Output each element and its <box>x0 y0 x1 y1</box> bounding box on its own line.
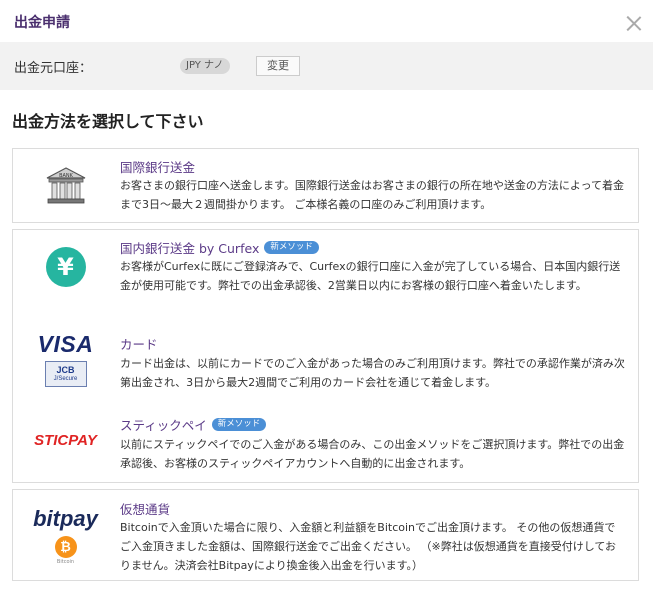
new-method-badge: 新メソッド <box>211 418 267 431</box>
method-card-crypto[interactable]: bitpay ₿ Bitcoin 仮想通貨 Bitcoinで入金頂いた場合に限り… <box>12 489 639 581</box>
bitpay-logo: bitpay ₿ Bitcoin <box>13 490 118 580</box>
method-card-curfex[interactable]: ¥ 国内銀行送金 by Curfex 新メソッド お客様がCurfexに既にご登… <box>12 229 639 313</box>
card-logo: VISA JCB J/Secure <box>13 313 118 405</box>
method-card-international-bank[interactable]: BANK 国際銀行送金 お客さまの銀行口座へ送金します。国際銀行送金はお客さまの… <box>12 148 639 223</box>
yen-icon: ¥ <box>45 247 86 287</box>
method-title: 国内銀行送金 by Curfex 新メソッド <box>120 238 319 257</box>
method-title: スティックペイ 新メソッド <box>120 415 267 434</box>
jcb-logo-text: JCB <box>56 365 75 375</box>
bank-building-icon: BANK <box>46 166 85 203</box>
method-card-sticpay[interactable]: STICPAY スティックペイ 新メソッド 以前にスティックペイでのご入金がある… <box>12 405 639 483</box>
sticpay-logo: STICPAY <box>13 405 118 475</box>
source-account-bar: 出金元口座： JPY ナノ 変更 <box>0 42 653 90</box>
jcb-logo: JCB J/Secure <box>44 361 87 387</box>
bank-logo: BANK <box>13 149 118 222</box>
bitcoin-label: Bitcoin <box>56 558 75 565</box>
method-card-card[interactable]: VISA JCB J/Secure カード カード出金は、以前にカードでのご入金… <box>12 313 639 405</box>
bitcoin-icon: ₿ <box>54 535 77 558</box>
sticpay-logo-text: STICPAY <box>34 431 97 449</box>
curfex-logo: ¥ <box>13 230 118 304</box>
method-title: 仮想通貨 <box>120 499 170 518</box>
method-title: カード <box>120 334 158 353</box>
method-title-text: 仮想通貨 <box>120 502 171 517</box>
method-description: お客様がCurfexに既にご登録済みで、Curfexの銀行口座に入金が完了してい… <box>120 260 621 292</box>
visa-logo: VISA <box>37 331 94 357</box>
method-description: Bitcoinで入金頂いた場合に限り、入金額と利益額をBitcoinでご出金頂け… <box>120 521 617 572</box>
bitpay-logo-text: bitpay <box>33 505 98 531</box>
dialog-header: 出金申請 <box>0 0 653 42</box>
close-icon[interactable] <box>626 15 642 31</box>
method-description: お客さまの銀行口座へ送金します。国際銀行送金はお客さまの銀行の所在地や送金の方法… <box>120 179 625 211</box>
method-title-text: スティックペイ <box>120 418 207 433</box>
method-title: 国際銀行送金 <box>120 157 195 176</box>
method-title-text: 国内銀行送金 by Curfex <box>120 241 260 256</box>
source-account-pill: JPY ナノ <box>180 58 230 74</box>
new-method-badge: 新メソッド <box>264 241 319 254</box>
change-account-button[interactable]: 変更 <box>256 56 300 76</box>
dialog-title: 出金申請 <box>14 15 70 31</box>
source-account-label: 出金元口座： <box>14 61 93 76</box>
jcb-secure-text: J/Secure <box>53 376 78 382</box>
method-description: カード出金は、以前にカードでのご入金があった場合のみご利用頂けます。弊社での承認… <box>120 357 625 389</box>
page-heading: 出金方法を選択して下さい <box>12 112 204 131</box>
bank-sign: BANK <box>59 173 74 179</box>
method-description: 以前にスティックペイでのご入金がある場合のみ、この出金メソッドをご選択頂けます。… <box>120 438 625 470</box>
method-title-text: 国際銀行送金 <box>120 160 196 175</box>
method-title-text: カード <box>120 337 158 352</box>
